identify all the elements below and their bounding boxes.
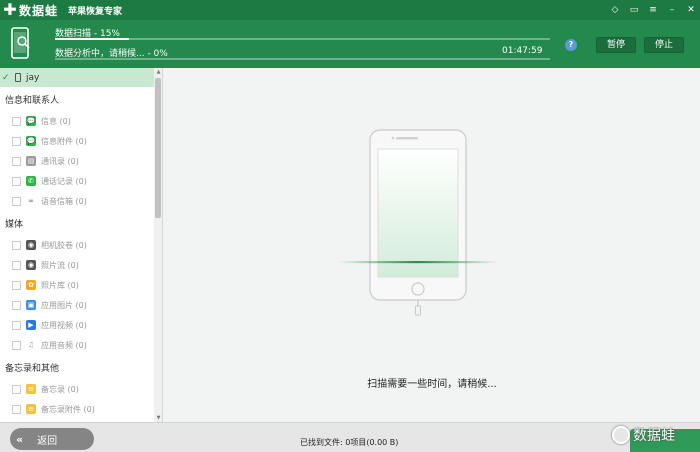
group-title-notes-other: 备忘录和其他	[5, 364, 60, 374]
double-chevron-left-icon: «	[16, 432, 24, 446]
sidebar-item-call-history[interactable]: ✆ 通话记录 (0)	[0, 171, 162, 191]
sidebar-item-message-attachments[interactable]: 💬 信息附件 (0)	[0, 131, 162, 151]
app-video-icon: ▶	[26, 320, 36, 330]
sidebar-item-photo-stream[interactable]: ◉ 照片流 (0)	[0, 255, 162, 275]
back-button[interactable]: « 返回	[10, 428, 94, 450]
app-audio-icon: ♫	[27, 341, 35, 349]
phone-icon: ✆	[26, 176, 36, 186]
watermark: 数据蛙	[612, 425, 675, 445]
sidebar-item-messages[interactable]: 💬 信息 (0)	[0, 111, 162, 131]
checkbox[interactable]	[12, 260, 21, 270]
camera-icon: ◉	[26, 240, 36, 250]
sidebar-item-app-audio[interactable]: ♫ 应用音频 (0)	[0, 335, 162, 355]
voicemail-icon: ∞	[28, 197, 34, 205]
group-title-messages-contacts: 信息和联系人	[5, 96, 60, 106]
device-row[interactable]: ✓ jay	[0, 68, 162, 87]
plus-logo-icon: ✚	[3, 0, 17, 19]
sidebar-item-label: 通讯录 (0)	[41, 156, 79, 166]
checkbox[interactable]	[12, 300, 21, 310]
chat-icon[interactable]: ▭	[629, 5, 639, 15]
message-icon: 💬	[26, 116, 36, 126]
contacts-icon: ▤	[26, 156, 36, 166]
checkbox[interactable]	[12, 404, 21, 414]
back-button-label: 返回	[37, 435, 58, 447]
diamond-icon[interactable]: ◇	[610, 5, 620, 15]
sidebar-item-contacts[interactable]: ▤ 通讯录 (0)	[0, 151, 162, 171]
checkbox[interactable]	[12, 116, 21, 126]
menu-icon[interactable]: ≡	[648, 5, 658, 15]
sidebar-item-notes-attachments[interactable]: ≡ 备忘录附件 (0)	[0, 399, 162, 419]
pause-button[interactable]: 暂停	[596, 37, 636, 53]
scan-progress-fill	[55, 38, 130, 40]
weibo-icon	[612, 426, 630, 444]
sidebar-item-label: 相机胶卷 (0)	[41, 240, 87, 250]
iphone-illustration	[338, 129, 498, 316]
sidebar-item-label: 备忘录附件 (0)	[41, 404, 95, 414]
found-files-status: 已找到文件: 0项目(0.00 B)	[300, 438, 399, 447]
checkbox[interactable]	[12, 340, 21, 350]
checkbox[interactable]	[12, 384, 21, 394]
phone-scan-icon	[11, 27, 30, 59]
app-name: 苹果恢复专家	[68, 6, 123, 17]
sidebar-item-label: 应用图片 (0)	[41, 300, 87, 310]
checkbox[interactable]	[12, 136, 21, 146]
stop-button[interactable]: 停止	[644, 37, 684, 53]
checkbox[interactable]	[12, 196, 21, 206]
checkbox[interactable]	[12, 280, 21, 290]
app-logo: ✚ 数据蛙	[0, 0, 58, 20]
sidebar-item-label: 备忘录 (0)	[41, 384, 79, 394]
sidebar-item-label: 应用音频 (0)	[41, 340, 87, 350]
checkbox[interactable]	[12, 156, 21, 166]
checkbox[interactable]	[12, 176, 21, 186]
sidebar-item-label: 信息附件 (0)	[41, 136, 87, 146]
sidebar-item-label: 通话记录 (0)	[41, 176, 87, 186]
sidebar-item-label: 照片流 (0)	[41, 260, 79, 270]
scan-progress-bar	[55, 38, 550, 40]
help-icon[interactable]: ?	[565, 39, 577, 51]
watermark-text: 数据蛙	[633, 428, 675, 444]
app-photos-icon: ▣	[26, 300, 36, 310]
footer-bar: « 返回 已找到文件: 0项目(0.00 B) 数据蛙	[0, 422, 700, 452]
scroll-down-icon[interactable]: ▼	[154, 414, 162, 422]
sidebar-scrollbar[interactable]: ▲ ▼	[154, 68, 162, 422]
scroll-up-icon[interactable]: ▲	[154, 68, 162, 76]
sidebar-item-label: 照片库 (0)	[41, 280, 79, 290]
sidebar-item-camera-roll[interactable]: ◉ 相机胶卷 (0)	[0, 235, 162, 255]
check-icon: ✓	[2, 72, 10, 83]
close-icon[interactable]: ✕	[686, 5, 696, 15]
notes-icon: ≡	[26, 384, 36, 394]
sidebar-item-app-videos[interactable]: ▶ 应用视频 (0)	[0, 315, 162, 335]
sidebar-item-app-photos[interactable]: ▣ 应用图片 (0)	[0, 295, 162, 315]
group-title-media: 媒体	[5, 220, 24, 230]
notes-attachment-icon: ≡	[26, 404, 36, 414]
photos-icon: ✿	[26, 280, 36, 290]
window-controls: ◇ ▭ ≡ – ✕	[610, 0, 696, 20]
device-name: jay	[26, 72, 40, 83]
message-attachment-icon: 💬	[26, 136, 36, 146]
sidebar-item-label: 信息 (0)	[41, 116, 71, 126]
photostream-icon: ◉	[26, 260, 36, 270]
checkbox[interactable]	[12, 240, 21, 250]
title-bar: ✚ 数据蛙 苹果恢复专家 ◇ ▭ ≡ – ✕	[0, 0, 700, 20]
sidebar-item-voicemail[interactable]: ∞ 语音信箱 (0)	[0, 191, 162, 211]
sidebar-item-photo-library[interactable]: ✿ 照片库 (0)	[0, 275, 162, 295]
scan-wait-message: 扫描需要一些时间，请稍候...	[367, 379, 497, 390]
sidebar-item-label: 语音信箱 (0)	[41, 196, 87, 206]
sidebar-item-notes[interactable]: ≡ 备忘录 (0)	[0, 379, 162, 399]
checkbox[interactable]	[12, 320, 21, 330]
category-sidebar: ✓ jay 信息和联系人 💬 信息 (0) 💬 信息附件 (0) ▤ 通讯录 (…	[0, 68, 163, 422]
analyze-progress-bar	[55, 58, 550, 60]
sidebar-item-label: 应用视频 (0)	[41, 320, 87, 330]
scroll-thumb[interactable]	[155, 78, 161, 218]
minimize-icon[interactable]: –	[667, 5, 677, 15]
scan-main-area: 扫描需要一些时间，请稍候...	[164, 68, 700, 422]
scan-progress-header: 数据扫描 - 15% 数据分析中，请稍候... - 0% 01:47:59 ? …	[0, 20, 700, 68]
logo-text: 数据蛙	[19, 3, 59, 18]
elapsed-time: 01:47:59	[502, 46, 543, 56]
iphone-icon	[15, 73, 21, 82]
